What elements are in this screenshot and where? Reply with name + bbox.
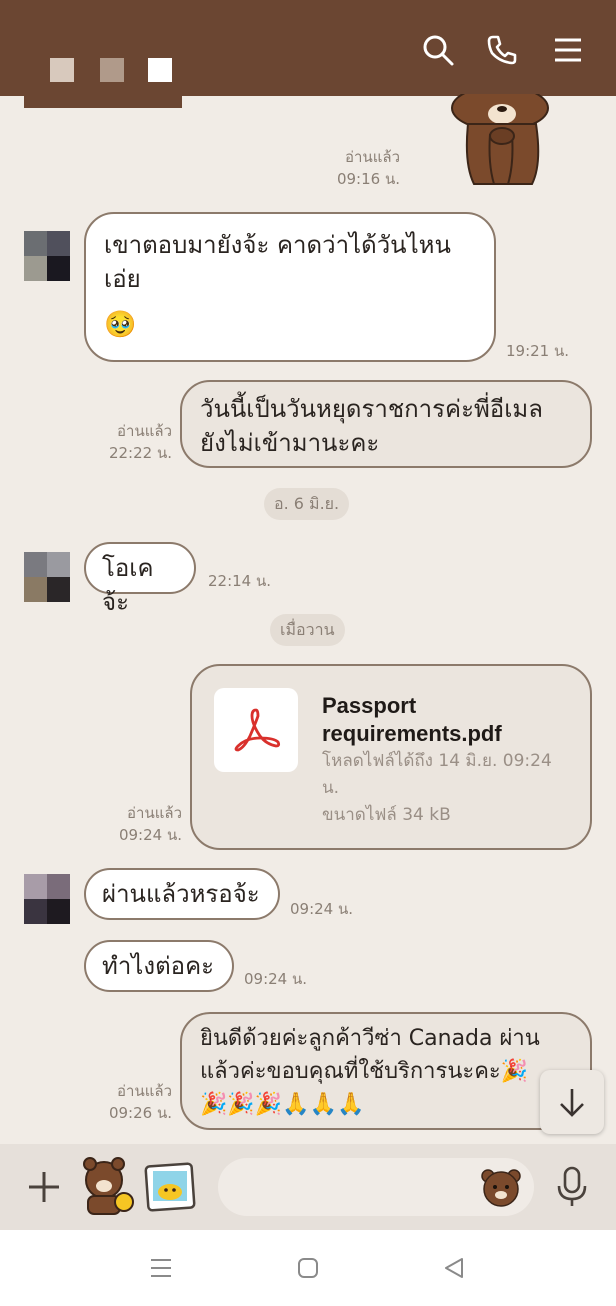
message-text: เขาตอบมายังจ้ะ คาดว่าได้วันไหน xyxy=(104,231,451,259)
emoji-pleading: 🥹 xyxy=(104,310,137,340)
message-bubble-incoming[interactable]: โอเคจ้ะ xyxy=(84,542,196,616)
message-input-bar xyxy=(0,1144,616,1230)
message-time: 09:26 น. xyxy=(108,1104,172,1122)
file-info: โหลดไฟล์ได้ถึง 14 มิ.ย. 09:24 น. ขนาดไฟล… xyxy=(322,748,572,829)
message-meta: อ่านแล้ว 09:16 น. xyxy=(320,146,400,190)
read-receipt: อ่านแล้ว xyxy=(127,804,182,822)
gallery-icon[interactable] xyxy=(144,1160,198,1218)
message-time: 09:24 น. xyxy=(118,826,182,844)
emoji-bear-icon[interactable] xyxy=(480,1166,522,1212)
recent-apps-icon[interactable] xyxy=(148,1256,174,1284)
menu-icon[interactable] xyxy=(548,30,588,70)
file-size: ขนาดไฟล์ 34 kB xyxy=(322,805,451,825)
message-time: 09:24 น. xyxy=(244,970,308,988)
avatar[interactable] xyxy=(24,552,70,602)
message-text: โอเคจ้ะ xyxy=(102,554,154,616)
message-time: 09:24 น. xyxy=(290,900,354,918)
arrow-down-icon xyxy=(560,1089,584,1117)
back-icon[interactable] xyxy=(442,1256,466,1284)
search-icon[interactable] xyxy=(418,30,458,70)
scroll-to-bottom-button[interactable] xyxy=(540,1070,604,1134)
message-bubble-incoming[interactable]: ผ่านแล้วหรอจ้ะ xyxy=(84,868,280,920)
file-name: Passport requirements.pdf xyxy=(322,693,502,746)
avatar[interactable] xyxy=(24,874,70,924)
message-text: แล้วค่ะขอบคุณที่ใช้บริการนะคะ🎉 xyxy=(200,1059,529,1084)
message-text: ยังไม่เข้ามานะคะ xyxy=(200,429,380,457)
read-receipt: อ่านแล้ว xyxy=(345,148,400,166)
message-bubble-incoming[interactable]: เขาตอบมายังจ้ะ คาดว่าได้วันไหน เอ่ย 🥹 xyxy=(84,212,496,362)
plus-icon[interactable] xyxy=(26,1169,62,1209)
message-text: วันนี้เป็นวันหยุดราชการค่ะพี่อีเมล xyxy=(200,395,543,423)
phone-icon[interactable] xyxy=(482,30,522,70)
message-bubble-incoming[interactable]: ทำไงต่อคะ xyxy=(84,940,234,992)
message-meta: อ่านแล้ว 09:26 น. xyxy=(96,1080,172,1124)
message-text: ผ่านแล้วหรอจ้ะ xyxy=(102,880,260,908)
contact-name-blurred[interactable] xyxy=(24,50,182,108)
download-expiry: โหลดไฟล์ได้ถึง 14 มิ.ย. 09:24 xyxy=(322,751,552,771)
microphone-icon[interactable] xyxy=(556,1166,588,1212)
message-meta: อ่านแล้ว 22:22 น. xyxy=(96,420,172,464)
sticker-icon[interactable] xyxy=(74,1156,136,1220)
message-bubble-outgoing[interactable]: วันนี้เป็นวันหยุดราชการค่ะพี่อีเมล ยังไม… xyxy=(180,380,592,468)
message-time: 19:21 น. xyxy=(506,342,570,360)
message-text: ทำไงต่อคะ xyxy=(102,952,215,980)
message-text: 🎉🎉🎉🙏🙏🙏 xyxy=(200,1092,365,1117)
date-separator: อ. 6 มิ.ย. xyxy=(264,488,350,520)
message-time: 22:22 น. xyxy=(108,444,172,462)
message-meta: อ่านแล้ว 09:24 น. xyxy=(104,802,182,846)
read-receipt: อ่านแล้ว xyxy=(117,422,172,440)
date-separator: เมื่อวาน xyxy=(270,614,345,646)
file-message-bubble[interactable]: Passport requirements.pdf โหลดไฟล์ได้ถึง… xyxy=(190,664,592,850)
message-time: 09:16 น. xyxy=(336,170,400,188)
chat-header xyxy=(0,0,616,108)
message-bubble-outgoing[interactable]: ยินดีด้วยค่ะลูกค้าวีซ่า Canada ผ่าน แล้ว… xyxy=(180,1012,592,1130)
message-time: 22:14 น. xyxy=(208,572,272,590)
system-navigation-bar xyxy=(0,1230,616,1306)
read-receipt: อ่านแล้ว xyxy=(117,1082,172,1100)
home-icon[interactable] xyxy=(296,1256,320,1284)
avatar[interactable] xyxy=(24,231,70,281)
message-text: ยินดีด้วยค่ะลูกค้าวีซ่า Canada ผ่าน xyxy=(200,1026,540,1051)
bear-sticker xyxy=(440,85,560,186)
message-text: เอ่ย xyxy=(104,265,141,293)
pdf-file-icon xyxy=(214,688,298,772)
